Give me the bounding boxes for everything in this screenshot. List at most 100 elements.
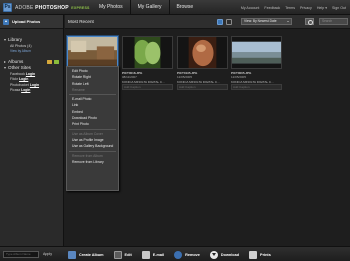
content-header: Most Recent View: By Newest Date Search <box>65 15 350 29</box>
brand[interactable]: Ps ADOBE PHOTOSHOP EXPRESS <box>3 3 90 12</box>
search-icon[interactable] <box>305 18 314 25</box>
site-login-link[interactable]: Login <box>26 72 35 76</box>
edit-label: Edit <box>124 252 132 257</box>
download-button[interactable]: Download <box>209 250 240 259</box>
sort-select[interactable]: View: By Newest Date <box>241 18 292 25</box>
photoshop-logo-icon: Ps <box>3 3 12 12</box>
photo-date: 12/05/2005 <box>231 75 247 79</box>
email-label: E-mail <box>152 252 165 257</box>
menu-divider <box>69 94 116 96</box>
remove-button[interactable]: Remove <box>174 250 200 259</box>
help-menu[interactable]: Help ▾ <box>317 6 327 10</box>
site-name: Flickr <box>10 77 19 82</box>
photo-image <box>123 37 172 68</box>
photo-thumbnail[interactable] <box>67 36 118 69</box>
tab-browse[interactable]: Browse <box>168 0 201 15</box>
other-sites-label: Other Sites <box>8 65 31 70</box>
site-name: Facebook <box>10 71 25 76</box>
caption-input[interactable]: Add Caption <box>231 84 282 90</box>
top-bar: Ps ADOBE PHOTOSHOP EXPRESS My Photos My … <box>0 0 350 15</box>
photo-thumbnail[interactable] <box>177 36 228 69</box>
tab-my-photos[interactable]: My Photos <box>92 0 130 15</box>
site-login-link[interactable]: Login <box>21 88 30 92</box>
privacy-link[interactable]: Privacy <box>300 6 312 10</box>
sites-list: Facebook Login Flickr Login Photobucket … <box>4 72 63 93</box>
download-label: Download <box>220 252 240 257</box>
email-button[interactable]: E-mail <box>141 250 165 259</box>
my-account-link[interactable]: My Account <box>241 6 260 10</box>
site-login-link[interactable]: Login <box>19 77 28 81</box>
albums-label: Albums <box>8 59 24 64</box>
main-nav: My Photos My Gallery Browse <box>92 0 200 15</box>
list-view-icon[interactable] <box>226 19 232 25</box>
page-title: Most Recent <box>68 19 94 24</box>
upload-photos-label: Upload Photos <box>12 19 41 24</box>
remove-label: Remove <box>185 252 200 257</box>
menu-item-rename: Rename <box>72 87 85 92</box>
sign-out-link[interactable]: Sign Out <box>332 6 346 10</box>
view-mode-toggle <box>217 19 232 25</box>
brand-express: EXPRESS <box>71 5 90 10</box>
collapse-triangle-icon <box>4 38 6 41</box>
folder-icon[interactable] <box>47 59 52 64</box>
sort-select-value: View: By Newest Date <box>244 19 277 23</box>
photo-image <box>178 37 227 68</box>
photo-date: 12/05/2005 <box>177 75 193 79</box>
menu-divider <box>69 128 116 130</box>
terms-link[interactable]: Terms <box>285 6 295 10</box>
create-album-label: Create Album <box>79 252 104 257</box>
prints-button[interactable]: Prints <box>249 250 271 259</box>
chevron-down-icon <box>287 21 289 22</box>
photo-thumbnail[interactable] <box>122 36 173 69</box>
feedback-link[interactable]: Feedback <box>264 6 280 10</box>
albums-header[interactable]: Albums <box>4 59 23 64</box>
menu-divider <box>69 150 116 152</box>
photo-date: 08/11/2007 <box>122 75 137 79</box>
new-album-icon[interactable] <box>54 59 59 64</box>
remove-icon <box>174 250 183 259</box>
photo-image <box>232 37 281 68</box>
top-links: My Account Feedback Terms Privacy Help ▾… <box>241 0 346 15</box>
upload-photos-button[interactable]: Upload Photos <box>0 15 63 29</box>
brand-adobe: ADOBE <box>15 4 34 11</box>
caption-input[interactable]: Add Caption <box>122 84 173 90</box>
email-icon <box>141 250 150 259</box>
site-facebook: Facebook Login <box>4 72 63 76</box>
album-actions <box>47 59 59 64</box>
menu-item-remove-from-library[interactable]: Remove from Library <box>67 159 118 165</box>
apply-button[interactable]: Apply <box>43 252 52 256</box>
album-icon <box>68 250 76 259</box>
site-name: Picasa <box>10 88 21 93</box>
tab-my-gallery[interactable]: My Gallery <box>129 0 169 15</box>
albums-row: Albums <box>4 59 63 64</box>
view-by-album-link[interactable]: View by Album <box>4 49 63 53</box>
prints-icon <box>249 250 258 259</box>
sidebar-item-all-photos[interactable]: All Photos (4) <box>4 44 63 48</box>
upload-icon <box>3 18 9 25</box>
site-login-link[interactable]: Login <box>30 83 39 87</box>
library-header[interactable]: Library <box>4 37 63 42</box>
bottom-toolbar: Type Album Name Apply Create Album Edit … <box>0 246 350 261</box>
grid-view-icon[interactable] <box>217 19 223 25</box>
context-menu: Edit Photo Rotate Right Rotate Left Rena… <box>66 66 119 191</box>
album-name-input[interactable]: Type Album Name <box>3 250 39 258</box>
download-icon <box>209 250 218 259</box>
edit-button[interactable]: Edit <box>113 250 132 259</box>
site-photobucket: Photobucket Login <box>4 83 63 87</box>
collapse-triangle-icon <box>4 66 6 69</box>
search-input[interactable]: Search <box>319 18 348 25</box>
site-picasa: Picasa Login <box>4 88 63 92</box>
library-section: Library All Photos (4) View by Album Alb… <box>0 37 63 92</box>
create-album-button[interactable]: Create Album <box>68 250 104 259</box>
caption-input[interactable]: Add Caption <box>177 84 228 90</box>
menu-item-print-photo[interactable]: Print Photo <box>67 121 118 127</box>
brand-name: PHOTOSHOP <box>35 4 69 11</box>
site-flickr: Flickr Login <box>4 77 63 81</box>
site-name: Photobucket <box>10 82 29 87</box>
photo-image <box>68 37 117 68</box>
other-sites-header[interactable]: Other Sites <box>4 65 63 70</box>
sidebar: Upload Photos Library All Photos (4) Vie… <box>0 15 64 246</box>
photo-thumbnail[interactable] <box>231 36 282 69</box>
action-buttons: Create Album Edit E-mail Remove Download… <box>68 247 281 261</box>
menu-item-use-as-gallery-background[interactable]: Use as Gallery Background <box>67 143 118 149</box>
